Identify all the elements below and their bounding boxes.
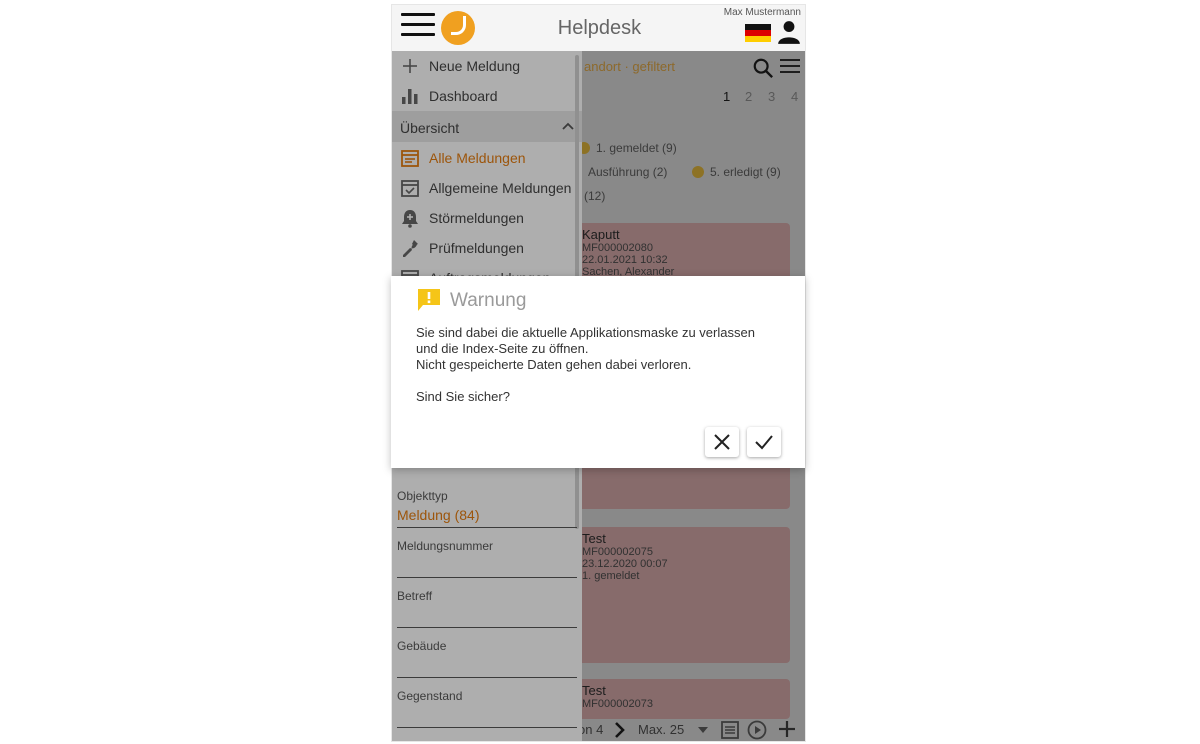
check-icon: [755, 435, 773, 450]
close-icon: [714, 434, 730, 450]
app-header: Helpdesk Max Mustermann: [392, 5, 805, 52]
user-icon[interactable]: [776, 19, 802, 45]
dialog-message: Sie sind dabei die aktuelle Applikations…: [416, 325, 796, 405]
dialog-line: und die Index-Seite zu öffnen.: [416, 341, 589, 356]
warning-icon: [418, 289, 440, 311]
cancel-button[interactable]: [705, 427, 739, 457]
dialog-line: Nicht gespeicherte Daten gehen dabei ver…: [416, 357, 692, 372]
confirm-button[interactable]: [747, 427, 781, 457]
dialog-title: Warnung: [450, 290, 527, 311]
dialog-line: Sie sind dabei die aktuelle Applikations…: [416, 325, 755, 340]
german-flag-icon[interactable]: [745, 24, 771, 42]
user-name: Max Mustermann: [723, 7, 801, 18]
warning-dialog: Warnung Sie sind dabei die aktuelle Appl…: [391, 276, 805, 468]
dialog-question: Sind Sie sicher?: [416, 389, 510, 404]
page-title: Helpdesk: [557, 17, 642, 39]
